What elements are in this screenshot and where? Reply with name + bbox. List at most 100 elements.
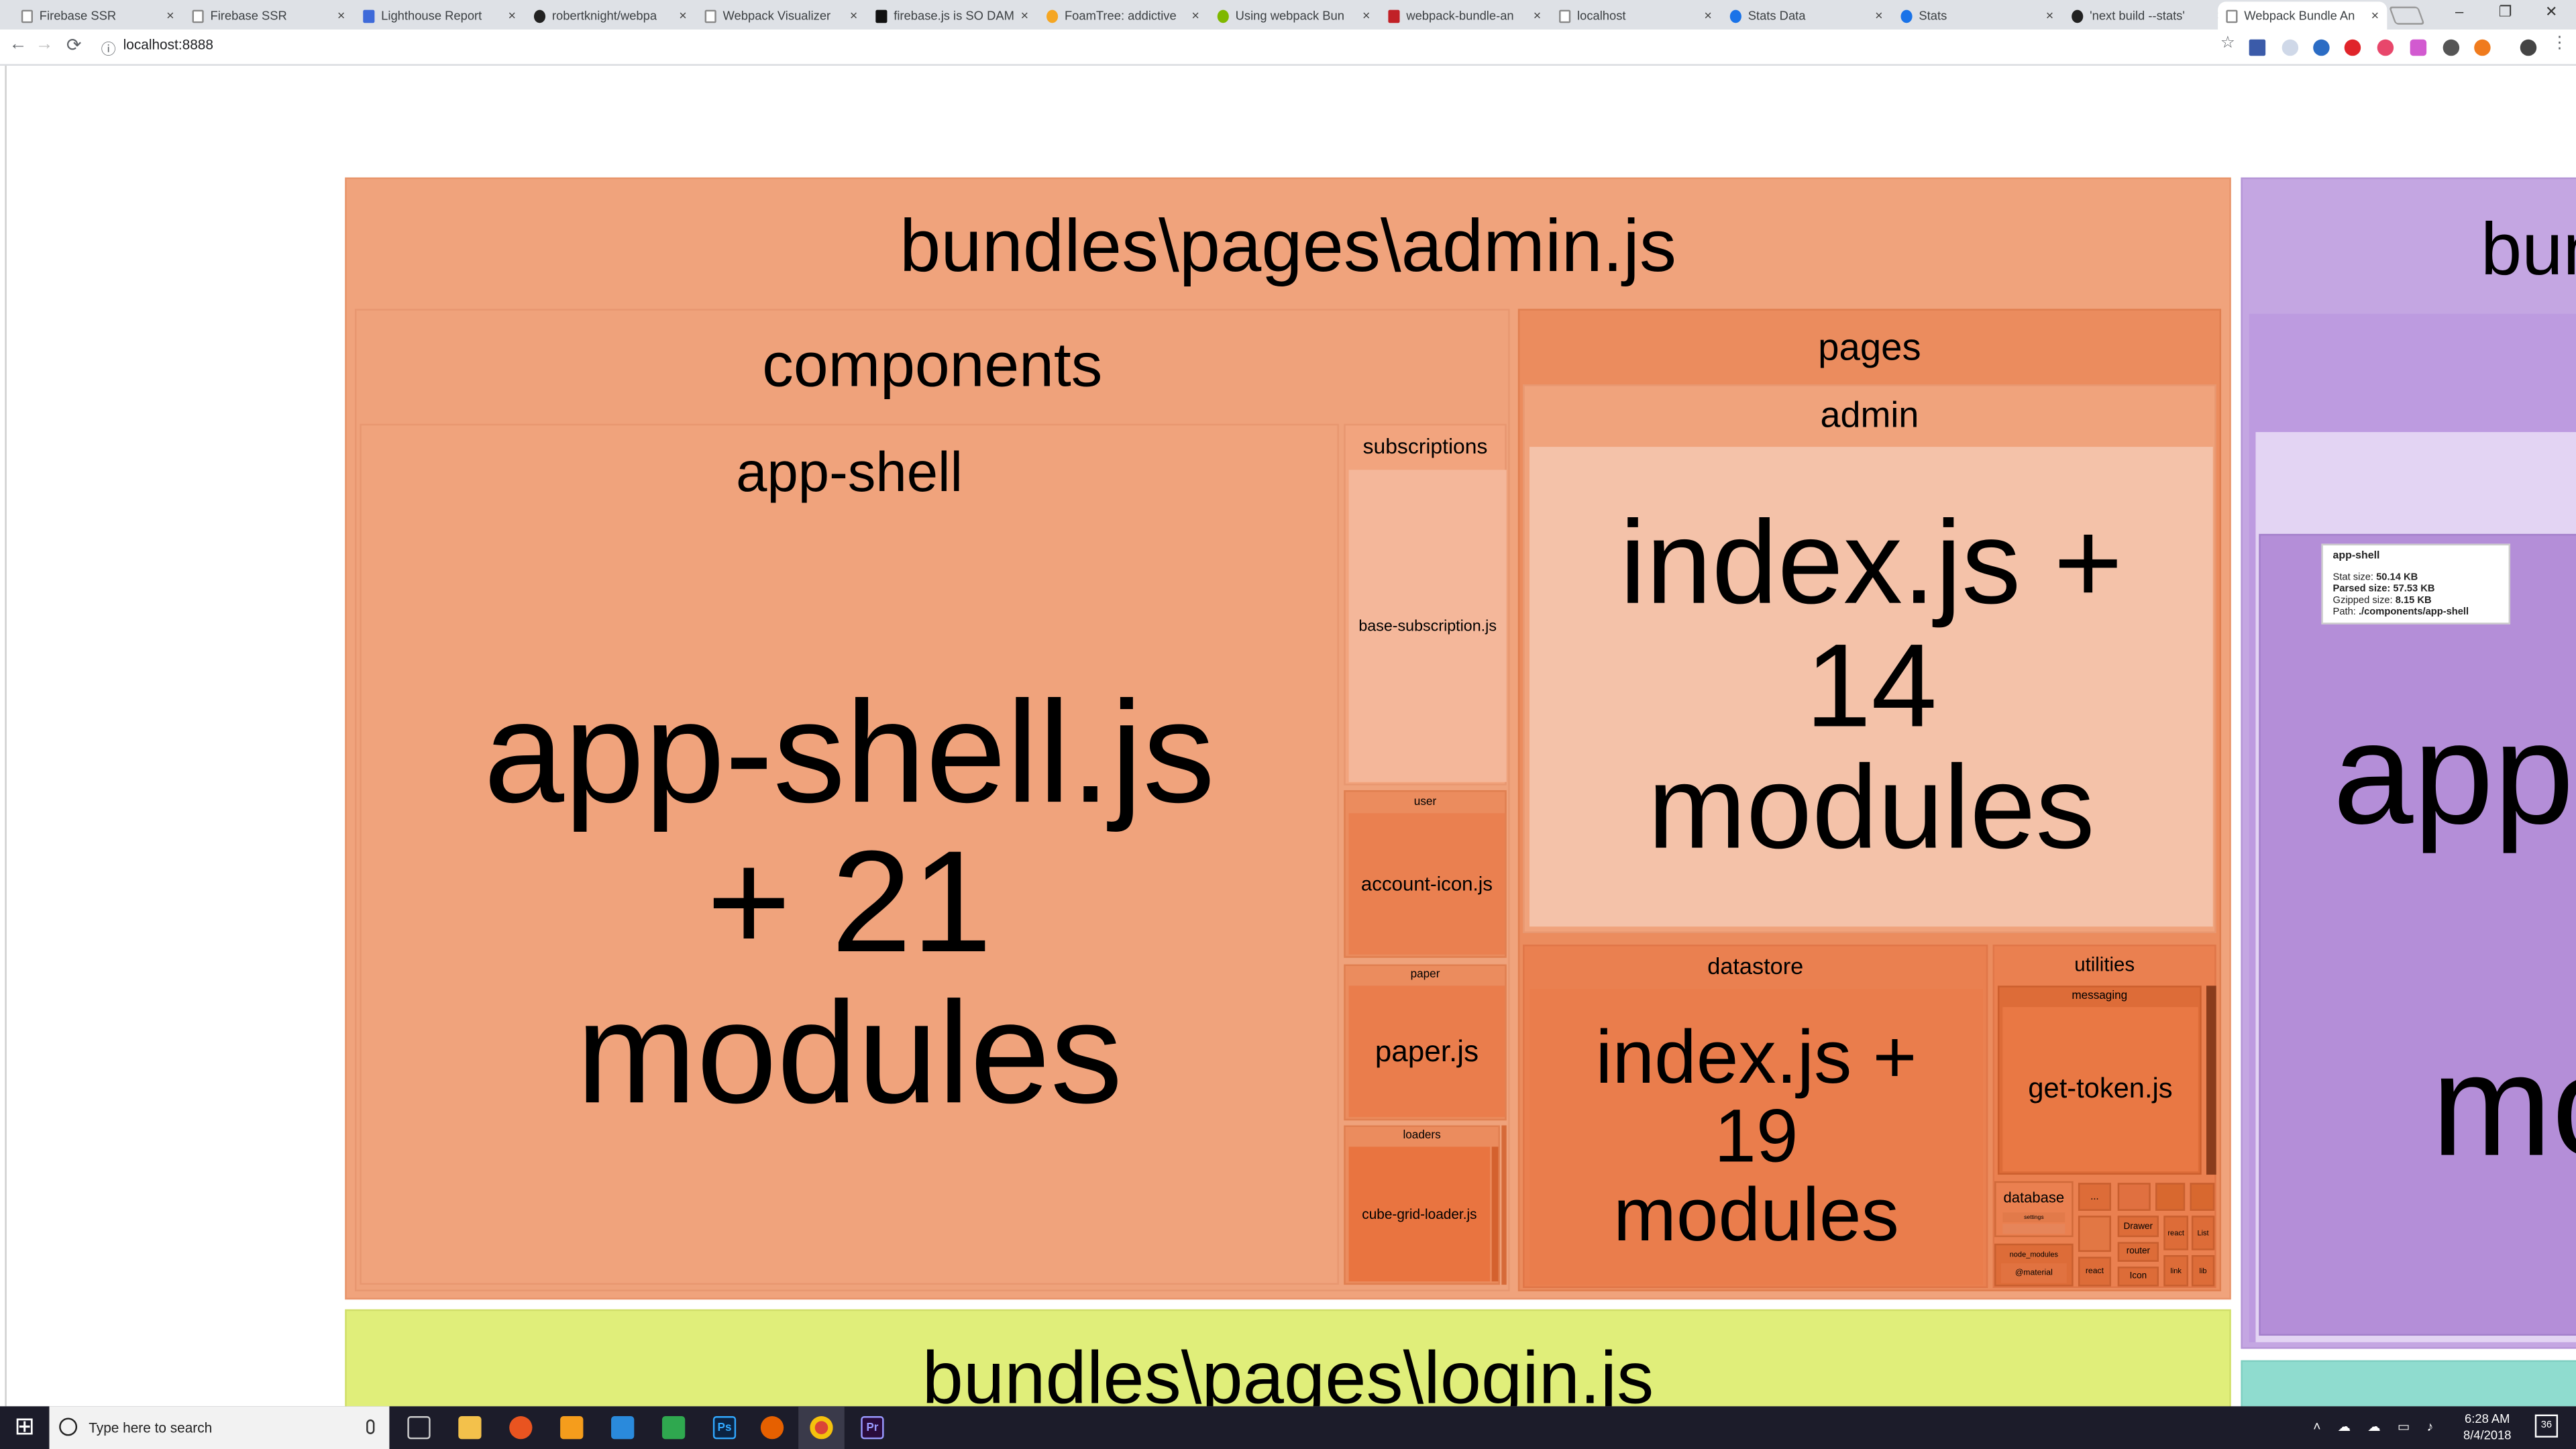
site-info-icon[interactable]: ⓘ <box>97 38 119 59</box>
module-small[interactable] <box>2117 1183 2151 1211</box>
module-react[interactable]: react <box>2078 1256 2111 1287</box>
treemap-bundle-right[interactable]: bun app mo <box>2241 177 2576 1349</box>
module-lib[interactable]: lib <box>2191 1255 2215 1287</box>
close-tab-icon[interactable]: × <box>2046 8 2053 23</box>
folder-material[interactable]: @material <box>2000 1263 2067 1283</box>
photoshop-icon[interactable]: Ps <box>712 1416 737 1440</box>
system-tray-icons[interactable]: ˄ ☁ ☁ ▭ ♪ <box>2313 1419 2445 1436</box>
treemap-bundle-login[interactable]: bundles\pages\login.js <box>345 1309 2231 1407</box>
module-small[interactable] <box>2155 1183 2186 1211</box>
maximize-button[interactable]: ❐ <box>2494 3 2517 21</box>
close-tab-icon[interactable]: × <box>1534 8 1541 23</box>
close-tab-icon[interactable]: × <box>850 8 857 23</box>
browser-tab[interactable]: Stats Data × <box>1722 1 1891 30</box>
close-tab-icon[interactable]: × <box>1191 8 1199 23</box>
treemap-folder-admin[interactable]: admin index.js + 14 modules <box>1523 384 2216 934</box>
treemap-folder-subscriptions[interactable]: subscriptions base-subscription.js <box>1344 423 1507 786</box>
treemap-folder-datastore[interactable]: datastore index.js + 19 modules <box>1523 945 1988 1289</box>
extension-icon[interactable] <box>2249 39 2266 56</box>
extension-icon[interactable] <box>2313 39 2330 56</box>
treemap-folder-components[interactable]: components app-shell app-shell.js + 21 m… <box>354 309 1510 1291</box>
module-small[interactable] <box>1501 1125 1507 1285</box>
close-tab-icon[interactable]: × <box>1362 8 1370 23</box>
module-drawer[interactable]: Drawer <box>2117 1216 2159 1238</box>
treemap-folder[interactable]: app mo <box>2259 533 2576 1336</box>
close-tab-icon[interactable]: × <box>679 8 686 23</box>
module-ellipsis[interactable]: ... <box>2078 1183 2111 1211</box>
close-tab-icon[interactable]: × <box>166 8 174 23</box>
action-center-icon[interactable]: 36 <box>2534 1414 2559 1438</box>
back-icon[interactable]: ← <box>7 34 30 54</box>
treemap-bundle-teal[interactable] <box>2241 1360 2576 1407</box>
close-tab-icon[interactable]: × <box>337 8 345 23</box>
extension-icon[interactable] <box>2474 39 2491 56</box>
task-view-icon[interactable] <box>407 1416 431 1440</box>
new-tab-button[interactable] <box>2388 6 2425 25</box>
treemap-folder-paper[interactable]: paper paper.js <box>1344 964 1507 1121</box>
bookmark-star-icon[interactable]: ☆ <box>2216 34 2239 52</box>
menu-icon[interactable]: ⋮ <box>2548 34 2571 52</box>
module-router[interactable]: router <box>2117 1242 2159 1262</box>
module-small[interactable] <box>2190 1183 2215 1211</box>
module-paper[interactable]: paper.js <box>1348 985 1505 1118</box>
close-tab-icon[interactable]: × <box>1875 8 1882 23</box>
taskbar-clock[interactable]: 6:28 AM 8/4/2018 <box>2453 1411 2522 1444</box>
treemap-folder-pages[interactable]: pages admin index.js + 14 modules datast… <box>1517 309 2222 1291</box>
taskbar-search[interactable]: Type here to search <box>49 1406 390 1449</box>
browser-tab-active[interactable]: Webpack Bundle An × <box>2218 1 2387 30</box>
module-list[interactable]: List <box>2191 1216 2215 1250</box>
minimize-button[interactable]: – <box>2448 3 2471 19</box>
extension-icon[interactable] <box>2443 39 2460 56</box>
treemap-folder-messaging[interactable]: messaging get-token.js <box>1997 985 2202 1175</box>
treemap-bundle-admin[interactable]: bundles\pages\admin.js components app-sh… <box>345 177 2231 1300</box>
premiere-icon[interactable]: Pr <box>861 1416 884 1440</box>
treemap-folder-user[interactable]: user account-icon.js <box>1344 790 1507 958</box>
browser-tab[interactable]: 'next build --stats'× <box>2063 1 2233 30</box>
module-small[interactable] <box>1491 1146 1499 1282</box>
firefox-icon[interactable] <box>760 1416 784 1440</box>
vscode-insiders-icon[interactable] <box>661 1416 686 1440</box>
extension-icon[interactable] <box>2344 39 2361 56</box>
module-admin-index[interactable]: index.js + 14 modules <box>1529 447 2213 927</box>
browser-tab[interactable]: webpack-bundle-an × <box>1380 1 1549 30</box>
treemap-folder-app-shell[interactable]: app-shell app-shell.js + 21 modules <box>360 423 1339 1285</box>
forward-icon[interactable]: → <box>33 34 56 54</box>
module-small[interactable] <box>2206 985 2216 1175</box>
browser-tab[interactable]: Firebase SSR × <box>184 1 353 30</box>
ubuntu-icon[interactable] <box>509 1416 533 1440</box>
extension-icon[interactable] <box>2282 39 2299 56</box>
browser-tab[interactable]: Using webpack Bun × <box>1209 1 1378 30</box>
module-datastore-index[interactable]: index.js + 19 modules <box>1529 989 1983 1285</box>
extension-icon[interactable] <box>2377 39 2394 56</box>
treemap-folder-database[interactable]: database settings <box>1994 1181 2074 1238</box>
module-react[interactable]: react <box>2163 1216 2189 1250</box>
browser-tab[interactable]: firebase.js is SO DAM × <box>867 1 1036 30</box>
browser-tab[interactable]: robertknight/webpa × <box>526 1 695 30</box>
extension-icon[interactable] <box>2410 39 2427 56</box>
chrome-icon[interactable] <box>810 1416 833 1440</box>
close-tab-icon[interactable]: × <box>1021 8 1028 23</box>
treemap-folder-loaders[interactable]: loaders cube-grid-loader.js <box>1344 1125 1500 1285</box>
module-cube-grid-loader[interactable]: cube-grid-loader.js <box>1348 1146 1491 1282</box>
browser-tab[interactable]: Lighthouse Report × <box>355 1 524 30</box>
close-window-button[interactable]: ✕ <box>2540 3 2563 21</box>
module-small[interactable] <box>2002 1224 2065 1234</box>
profile-avatar[interactable] <box>2520 39 2537 56</box>
module-icon[interactable]: Icon <box>2117 1267 2159 1287</box>
browser-tab[interactable]: Webpack Visualizer × <box>696 1 865 30</box>
treemap-folder-node-modules[interactable]: node_modules @material <box>1994 1243 2074 1287</box>
module-small[interactable] <box>2078 1216 2111 1252</box>
vscode-icon[interactable] <box>611 1416 635 1440</box>
browser-tab[interactable]: localhost × <box>1551 1 1720 30</box>
file-explorer-icon[interactable] <box>458 1416 482 1440</box>
module-app-shell[interactable]: app-shell.js + 21 modules <box>427 557 1272 1247</box>
address-bar[interactable]: localhost:8888 <box>123 36 213 52</box>
browser-tab[interactable]: Firebase SSR × <box>13 1 182 30</box>
browser-tab[interactable]: FoamTree: addictive × <box>1038 1 1208 30</box>
treemap-folder-utilities[interactable]: utilities messaging get-token.js databas… <box>1992 945 2216 1289</box>
module-base-subscription[interactable]: base-subscription.js <box>1348 470 1507 782</box>
module-settings[interactable]: settings <box>2002 1212 2065 1223</box>
treemap-folder[interactable]: app mo <box>2249 313 2576 1342</box>
module-link[interactable]: link <box>2163 1255 2189 1287</box>
windows-start-icon[interactable]: ⊞ <box>10 1413 40 1442</box>
